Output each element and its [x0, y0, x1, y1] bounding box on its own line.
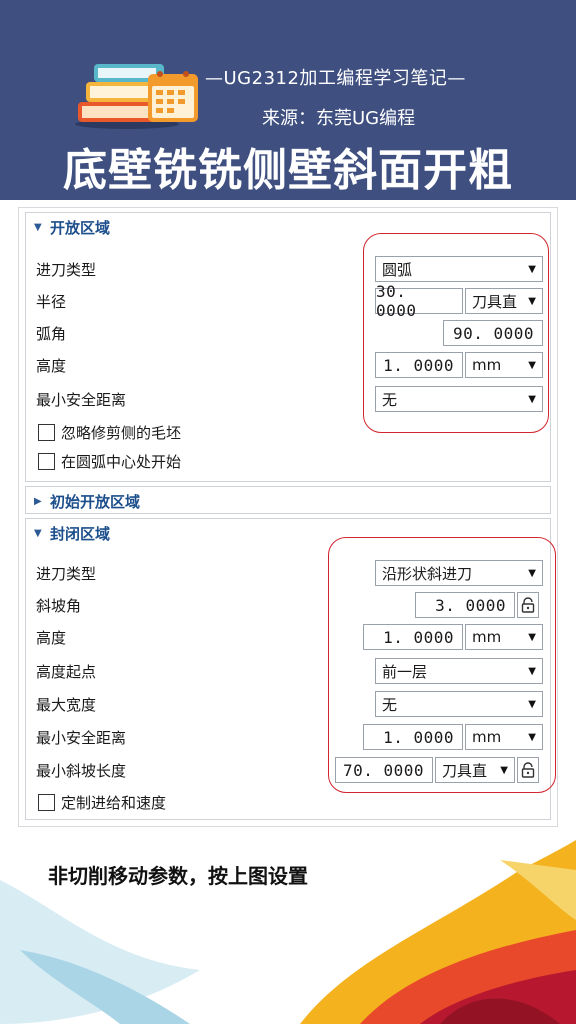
- open-arc-angle-label: 弧角: [36, 324, 67, 343]
- expanded-triangle-icon: ▼: [34, 527, 42, 539]
- source-line: 来源：东莞UG编程: [262, 108, 416, 129]
- open-arc-angle-input[interactable]: 90. 0000: [443, 320, 543, 346]
- open-entry-type-label: 进刀类型: [36, 260, 97, 279]
- custom-feed-speed-label: 定制进给和速度: [61, 793, 167, 812]
- closed-height-label: 高度: [36, 628, 67, 647]
- height-from-label: 高度起点: [36, 662, 97, 681]
- open-min-clearance-label: 最小安全距离: [36, 390, 127, 409]
- closed-area-section: ▼ 封闭区域 进刀类型 沿形状斜进刀 ▼ 斜坡角 3. 0000 高度 1. 0…: [25, 518, 556, 820]
- chevron-down-icon: ▼: [500, 764, 508, 776]
- closed-area-title: 封闭区域: [50, 524, 111, 543]
- height-from-value: 前一层: [382, 662, 428, 681]
- open-min-clearance-value: 无: [382, 390, 398, 409]
- chevron-down-icon: ▼: [528, 631, 536, 643]
- page-title: 底壁铣铣侧壁斜面开粗: [63, 145, 513, 196]
- chevron-down-icon: ▼: [528, 393, 536, 405]
- max-width-value: 无: [382, 695, 398, 714]
- chevron-down-icon: ▼: [528, 698, 536, 710]
- open-min-clearance-dropdown[interactable]: 无 ▼: [375, 386, 543, 412]
- closed-min-clearance-input[interactable]: 1. 0000: [363, 724, 463, 750]
- closed-entry-type-label: 进刀类型: [36, 564, 97, 583]
- open-radius-unit: 刀具直: [472, 292, 518, 311]
- initial-open-area-title: 初始开放区域: [50, 492, 141, 511]
- ramp-angle-label: 斜坡角: [36, 596, 82, 615]
- ignore-trimmed-blank-label: 忽略修剪侧的毛坯: [61, 423, 182, 442]
- open-entry-type-dropdown[interactable]: 圆弧 ▼: [375, 256, 543, 282]
- open-radius-label: 半径: [36, 292, 67, 311]
- chevron-down-icon: ▼: [528, 567, 536, 579]
- open-height-input[interactable]: 1. 0000: [375, 352, 463, 378]
- open-height-unit-dropdown[interactable]: mm ▼: [465, 352, 543, 378]
- books-calendar-icon: [75, 64, 198, 129]
- ignore-trimmed-blank-checkbox[interactable]: 忽略修剪侧的毛坯: [38, 421, 181, 443]
- expanded-triangle-icon: ▼: [34, 221, 42, 233]
- chevron-down-icon: ▼: [528, 665, 536, 677]
- chevron-down-icon: ▼: [528, 359, 536, 371]
- open-radius-unit-dropdown[interactable]: 刀具直 ▼: [465, 288, 543, 314]
- max-width-dropdown[interactable]: 无 ▼: [375, 691, 543, 717]
- lock-icon[interactable]: [517, 592, 539, 618]
- open-area-header[interactable]: ▼ 开放区域: [26, 213, 550, 241]
- checkbox-box[interactable]: [38, 423, 55, 441]
- min-ramp-length-unit-dropdown[interactable]: 刀具直 ▼: [435, 757, 515, 783]
- min-ramp-length-input[interactable]: 70. 0000: [335, 757, 433, 783]
- open-entry-type-value: 圆弧: [382, 260, 413, 279]
- open-height-label: 高度: [36, 356, 67, 375]
- open-radius-input[interactable]: 30. 0000: [375, 282, 463, 320]
- chevron-down-icon: ▼: [528, 731, 536, 743]
- subtitle: —UG2312加工编程学习笔记—: [205, 68, 466, 89]
- closed-height-unit: mm: [472, 628, 502, 646]
- ramp-angle-input[interactable]: 3. 0000: [415, 592, 515, 618]
- open-area-title: 开放区域: [50, 218, 111, 237]
- closed-entry-type-dropdown[interactable]: 沿形状斜进刀 ▼: [375, 560, 543, 586]
- checkbox-box[interactable]: [38, 452, 55, 470]
- lock-icon[interactable]: [517, 757, 539, 783]
- open-area-section: ▼ 开放区域 进刀类型 圆弧 ▼ 半径 30. 0000 刀具直 ▼ 弧角 90…: [25, 212, 551, 482]
- collapsed-triangle-icon: ▶: [34, 495, 42, 507]
- max-width-label: 最大宽度: [36, 695, 97, 714]
- closed-min-clearance-unit-dropdown[interactable]: mm ▼: [465, 724, 543, 750]
- custom-feed-speed-checkbox[interactable]: 定制进给和速度: [38, 791, 166, 813]
- closed-min-clearance-label: 最小安全距离: [36, 728, 127, 747]
- header-banner: —UG2312加工编程学习笔记— 来源：东莞UG编程 底壁铣铣侧壁斜面开粗: [0, 0, 576, 200]
- initial-open-area-section: ▶ 初始开放区域: [25, 486, 551, 514]
- start-at-arc-center-checkbox[interactable]: 在圆弧中心处开始: [38, 450, 181, 472]
- non-cutting-moves-panel: ▼ 开放区域 进刀类型 圆弧 ▼ 半径 30. 0000 刀具直 ▼ 弧角 90…: [18, 207, 558, 827]
- instruction-text: 非切削移动参数，按上图设置: [48, 864, 308, 888]
- closed-area-header[interactable]: ▼ 封闭区域: [26, 519, 550, 547]
- checkbox-box[interactable]: [38, 793, 55, 811]
- open-height-unit: mm: [472, 356, 502, 374]
- chevron-down-icon: ▼: [528, 263, 536, 275]
- min-ramp-length-label: 最小斜坡长度: [36, 761, 127, 780]
- initial-open-area-header[interactable]: ▶ 初始开放区域: [26, 487, 550, 515]
- chevron-down-icon: ▼: [528, 295, 536, 307]
- closed-height-unit-dropdown[interactable]: mm ▼: [465, 624, 543, 650]
- closed-entry-type-value: 沿形状斜进刀: [382, 564, 473, 583]
- closed-min-clearance-unit: mm: [472, 728, 502, 746]
- min-ramp-length-unit: 刀具直: [442, 761, 488, 780]
- closed-height-input[interactable]: 1. 0000: [363, 624, 463, 650]
- height-from-dropdown[interactable]: 前一层 ▼: [375, 658, 543, 684]
- start-at-arc-center-label: 在圆弧中心处开始: [61, 452, 182, 471]
